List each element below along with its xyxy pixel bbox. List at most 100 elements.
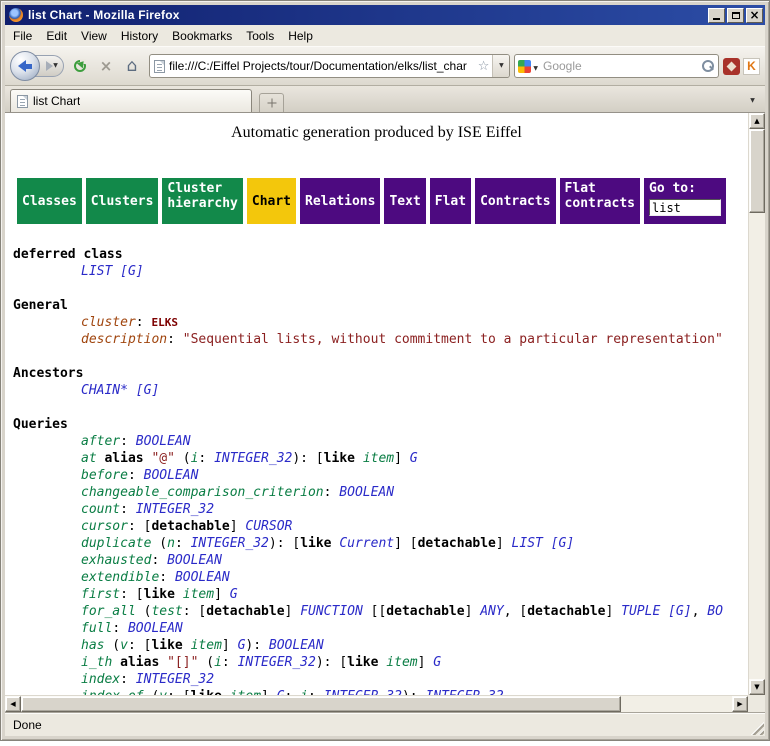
- doc-button-flat-contracts[interactable]: Flatcontracts: [560, 178, 640, 224]
- code-line: cursor: [detachable] CURSOR: [5, 518, 748, 535]
- search-engine-dropdown[interactable]: ▼: [531, 57, 540, 75]
- menu-item-edit[interactable]: Edit: [39, 27, 74, 45]
- doc-button-clusters[interactable]: Clusters: [86, 178, 159, 224]
- doc-button-text[interactable]: Text: [384, 178, 425, 224]
- maximize-icon: [732, 12, 740, 19]
- close-button[interactable]: ×: [746, 8, 763, 23]
- reload-button[interactable]: [68, 54, 92, 78]
- code-line: before: BOOLEAN: [5, 467, 748, 484]
- browser-window: list Chart - Mozilla Firefox × FileEditV…: [0, 0, 770, 741]
- code-line: Queries: [5, 416, 748, 433]
- code-line: i_th alias "[]" (i: INTEGER_32): [like i…: [5, 654, 748, 671]
- url-dropdown-button[interactable]: ▼: [492, 55, 509, 77]
- code-line: after: BOOLEAN: [5, 433, 748, 450]
- menu-item-history[interactable]: History: [114, 27, 165, 45]
- address-bar[interactable]: ☆ ▼: [149, 54, 510, 78]
- code-line: description: "Sequential lists, without …: [5, 331, 748, 348]
- scroll-left-button[interactable]: ◀: [5, 696, 21, 712]
- scroll-right-button[interactable]: ▶: [732, 696, 748, 712]
- window-title: list Chart - Mozilla Firefox: [28, 8, 708, 22]
- menu-bar: FileEditViewHistoryBookmarksToolsHelp: [5, 25, 765, 46]
- search-input[interactable]: [540, 56, 701, 76]
- code-line: has (v: [like item] G): BOOLEAN: [5, 637, 748, 654]
- home-icon: ⌂: [127, 56, 138, 76]
- page-favicon: [154, 60, 165, 73]
- addon-red-icon[interactable]: [723, 58, 740, 75]
- code-line: General: [5, 297, 748, 314]
- vertical-scrollbar[interactable]: ▲ ▼: [748, 113, 765, 695]
- scroll-up-button[interactable]: ▲: [749, 113, 765, 129]
- home-button[interactable]: ⌂: [120, 54, 144, 78]
- all-tabs-dropdown-icon: ▼: [750, 98, 755, 104]
- horizontal-scroll-thumb[interactable]: [21, 696, 621, 712]
- stop-button[interactable]: ×: [94, 54, 118, 78]
- status-text: Done: [13, 718, 42, 732]
- browser-content: Automatic generation produced by ISE Eif…: [5, 113, 765, 712]
- code-line: [5, 348, 748, 365]
- back-button[interactable]: [10, 51, 40, 81]
- tab-list-chart[interactable]: list Chart: [10, 89, 252, 112]
- bookmark-star-icon[interactable]: ☆: [475, 59, 493, 74]
- minimize-button[interactable]: [708, 8, 725, 23]
- code-line: index: INTEGER_32: [5, 671, 748, 688]
- title-bar[interactable]: list Chart - Mozilla Firefox ×: [5, 5, 765, 25]
- window-controls: ×: [708, 8, 763, 23]
- tab-bar: list Chart ▼: [5, 86, 765, 113]
- addon-k-icon[interactable]: K: [743, 58, 760, 75]
- page-heading: Automatic generation produced by ISE Eif…: [5, 124, 748, 142]
- doc-button-relations[interactable]: Relations: [300, 178, 380, 224]
- search-dropdown-icon: ▼: [533, 65, 538, 72]
- vertical-scroll-thumb[interactable]: [749, 129, 765, 213]
- code-line: Ancestors: [5, 365, 748, 382]
- code-line: index_of (v: [like item] G; i: INTEGER_3…: [5, 688, 748, 695]
- horizontal-scrollbar[interactable]: ◀ ▶: [5, 695, 748, 712]
- scroll-down-button[interactable]: ▼: [749, 679, 765, 695]
- code-line: changeable_comparison_criterion: BOOLEAN: [5, 484, 748, 501]
- reload-icon: [74, 60, 86, 72]
- menu-item-tools[interactable]: Tools: [239, 27, 281, 45]
- new-tab-button[interactable]: [259, 93, 284, 112]
- scrollbar-corner: [748, 695, 765, 712]
- doc-button-go-to[interactable]: Go to:: [644, 178, 726, 224]
- close-icon: ×: [749, 9, 759, 21]
- search-magnifier-icon[interactable]: [701, 59, 715, 73]
- status-bar: Done: [5, 712, 765, 736]
- doc-nav-buttons: ClassesClustersClusterhierarchyChartRela…: [17, 178, 748, 224]
- code-line: at alias "@" (i: INTEGER_32): [like item…: [5, 450, 748, 467]
- stop-icon: ×: [100, 57, 113, 75]
- menu-item-file[interactable]: File: [6, 27, 39, 45]
- tab-label: list Chart: [33, 94, 80, 108]
- code-line: cluster: ELKS: [5, 314, 748, 331]
- tab-favicon: [17, 95, 28, 108]
- code-line: count: INTEGER_32: [5, 501, 748, 518]
- doc-button-classes[interactable]: Classes: [17, 178, 82, 224]
- document-body: deferred classLIST [G] Generalcluster: E…: [5, 246, 748, 695]
- code-line: extendible: BOOLEAN: [5, 569, 748, 586]
- maximize-button[interactable]: [727, 8, 744, 23]
- resize-grip[interactable]: [749, 720, 764, 735]
- goto-input[interactable]: [649, 199, 721, 216]
- back-forward-group: ▼: [10, 51, 64, 81]
- menu-item-view[interactable]: View: [74, 27, 114, 45]
- minimize-icon: [713, 18, 720, 20]
- list-all-tabs-button[interactable]: ▼: [743, 91, 762, 111]
- history-dropdown-icon: ▼: [53, 63, 58, 69]
- menu-item-help[interactable]: Help: [281, 27, 320, 45]
- goto-label: Go to:: [649, 181, 721, 196]
- navigation-toolbar: ▼ × ⌂ ☆ ▼ ▼ K: [5, 46, 765, 86]
- search-bar[interactable]: ▼: [514, 54, 719, 78]
- back-arrow-icon: [18, 60, 33, 72]
- url-input[interactable]: [165, 56, 475, 76]
- code-line: duplicate (n: INTEGER_32): [like Current…: [5, 535, 748, 552]
- code-line: LIST [G]: [5, 263, 748, 280]
- code-line: [5, 399, 748, 416]
- code-line: [5, 280, 748, 297]
- menu-item-bookmarks[interactable]: Bookmarks: [165, 27, 239, 45]
- doc-button-flat[interactable]: Flat: [430, 178, 471, 224]
- addon-icons: K: [723, 58, 760, 75]
- doc-button-chart[interactable]: Chart: [247, 178, 296, 224]
- google-icon: [518, 60, 531, 73]
- doc-button-contracts[interactable]: Contracts: [475, 178, 555, 224]
- page-viewport: Automatic generation produced by ISE Eif…: [5, 113, 748, 695]
- doc-button-cluster-hierarchy[interactable]: Clusterhierarchy: [162, 178, 242, 224]
